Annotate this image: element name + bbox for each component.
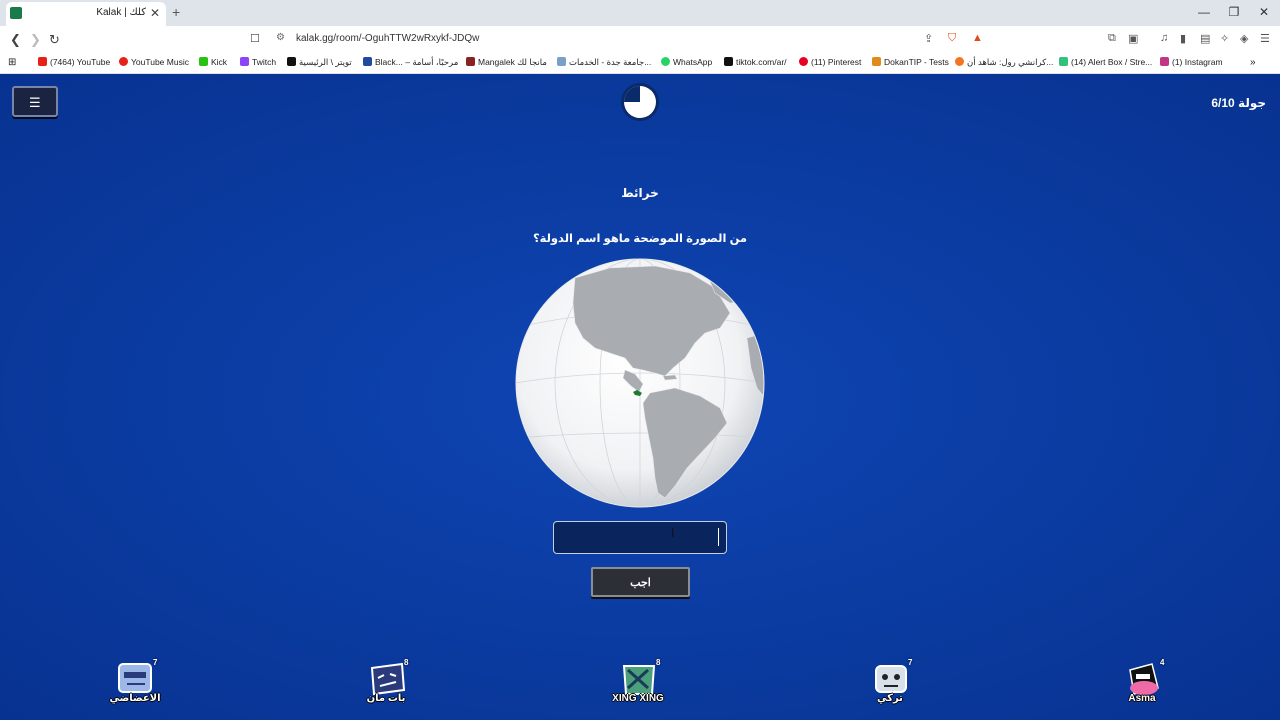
browser-nav-bar: ❮ ❯ ↻ ☐ ⚙ kalak.gg/room/-OguhTTW2wRxykf-… (0, 26, 1280, 53)
black-site-icon (363, 57, 372, 66)
address-bar[interactable]: ⚙ kalak.gg/room/-OguhTTW2wRxykf-JDQw (270, 30, 990, 49)
youtube-icon (38, 57, 47, 66)
reload-icon[interactable]: ↻ (49, 32, 60, 48)
player-name: بات مان (366, 693, 406, 704)
mangalek-icon (466, 57, 475, 66)
player-name: XING XING (612, 693, 664, 704)
university-icon (557, 57, 566, 66)
player-name: تركي (877, 693, 903, 704)
bookmark-black[interactable]: Black... – مرحبًا، أسامة (363, 57, 458, 68)
whatsapp-icon (661, 57, 670, 66)
player-name: الاعضاضي (109, 693, 161, 704)
bookmarks-bar: ⊞ (7464) YouTube YouTube Music Kick Twit… (0, 53, 1280, 74)
apps-icon[interactable]: ⊞ (8, 57, 16, 68)
share-icon[interactable]: ⇪ (924, 32, 933, 45)
media-icon[interactable]: ♫ (1160, 32, 1168, 44)
bookmark-youtube-music[interactable]: YouTube Music (119, 57, 189, 67)
pinterest-icon (799, 57, 808, 66)
player-score: 7 (153, 658, 158, 667)
streamlabs-icon (1059, 57, 1068, 66)
bookmark-pinterest[interactable]: (11) Pinterest (799, 57, 861, 67)
game-area: ☰ جولة 6/10 خرائط من الصورة الموضحة ماهو… (0, 74, 1280, 720)
bookmark-icon[interactable]: ☐ (250, 32, 260, 45)
game-menu-button[interactable]: ☰ (12, 86, 58, 117)
instagram-icon (1160, 57, 1169, 66)
question-text: من الصورة الموضحة ماهو اسم الدولة؟ (532, 233, 748, 245)
forward-icon[interactable]: ❯ (30, 32, 41, 48)
player-card: 8 XING XING (598, 658, 678, 716)
bookmark-crunchyroll[interactable]: كرانشي رول: شاهد أن... (955, 57, 1053, 68)
globe-map (515, 258, 765, 508)
text-cursor-icon: I (671, 526, 675, 540)
sidebar-icon[interactable]: ▮ (1180, 32, 1186, 45)
browser-tab-bar: Kalak | كلك ✕ + — ❐ ✕ (0, 0, 1280, 26)
bookmark-mangalek[interactable]: Mangalek مانجا لك (466, 57, 547, 68)
bookmark-jeddah-university[interactable]: جامعة جدة - الخدمات... (557, 57, 651, 68)
url-text: kalak.gg/room/-OguhTTW2wRxykf-JDQw (296, 33, 480, 44)
player-card: 4 Asma (1102, 658, 1182, 716)
round-counter: جولة 6/10 (1211, 96, 1266, 110)
bookmark-tiktok[interactable]: tiktok.com/ar/ (724, 57, 787, 67)
x-icon (287, 57, 296, 66)
brave-shield-icon[interactable]: ⛉ (948, 32, 956, 45)
submit-answer-button[interactable]: اجب (591, 567, 690, 597)
answer-input[interactable] (553, 521, 727, 554)
menu-icon[interactable]: ☰ (1260, 32, 1270, 45)
bookmark-twitter[interactable]: تويتر \ الرئيسية (287, 57, 352, 68)
twitch-icon (240, 57, 249, 66)
more-bookmarks-icon[interactable]: » (1250, 57, 1256, 68)
round-timer (621, 83, 659, 121)
leo-icon[interactable]: ✧ (1220, 32, 1229, 45)
bookmark-alert-box[interactable]: (14) Alert Box / Stre... (1059, 57, 1152, 67)
site-favicon-icon (10, 7, 22, 19)
extensions-icon[interactable]: ⧉ (1108, 32, 1116, 45)
bookmark-kick[interactable]: Kick (199, 57, 227, 67)
bookmark-instagram[interactable]: (1) Instagram (1160, 57, 1223, 67)
screenshot-icon[interactable]: ▣ (1128, 32, 1138, 45)
maximize-button[interactable]: ❐ (1224, 5, 1244, 19)
hamburger-icon: ☰ (29, 95, 41, 110)
player-card: 7 الاعضاضي (95, 658, 175, 716)
tiktok-icon (724, 57, 733, 66)
back-icon[interactable]: ❮ (10, 32, 21, 48)
bookmark-twitch[interactable]: Twitch (240, 57, 276, 67)
vpn-icon[interactable]: ◈ (1240, 32, 1248, 45)
player-score: 4 (1160, 658, 1165, 667)
bookmark-dokantip[interactable]: DokanTIP - Tests (872, 57, 949, 67)
youtube-music-icon (119, 57, 128, 66)
question-category: خرائط (621, 186, 659, 200)
site-info-icon[interactable]: ⚙ (276, 32, 285, 43)
player-card: 8 بات مان (346, 658, 426, 716)
bookmark-youtube[interactable]: (7464) YouTube (38, 57, 110, 67)
player-score: 8 (656, 658, 661, 667)
bookmark-whatsapp[interactable]: WhatsApp (661, 57, 712, 67)
close-window-button[interactable]: ✕ (1254, 5, 1274, 19)
new-tab-button[interactable]: + (172, 4, 180, 20)
timer-elapsed-slice (624, 86, 640, 102)
player-score: 7 (908, 658, 913, 667)
brave-rewards-icon[interactable]: ▲ (972, 32, 983, 44)
player-score: 8 (404, 658, 409, 667)
player-name: Asma (1128, 693, 1156, 704)
wallet-icon[interactable]: ▤ (1200, 32, 1210, 45)
browser-tab[interactable]: Kalak | كلك ✕ (6, 2, 166, 26)
tab-title: Kalak | كلك (96, 7, 146, 18)
tab-close-icon[interactable]: ✕ (150, 6, 160, 20)
crunchyroll-icon (955, 57, 964, 66)
kick-icon (199, 57, 208, 66)
player-card: 7 تركي (850, 658, 930, 716)
minimize-button[interactable]: — (1194, 5, 1214, 19)
input-caret (718, 528, 719, 546)
dokantip-icon (872, 57, 881, 66)
